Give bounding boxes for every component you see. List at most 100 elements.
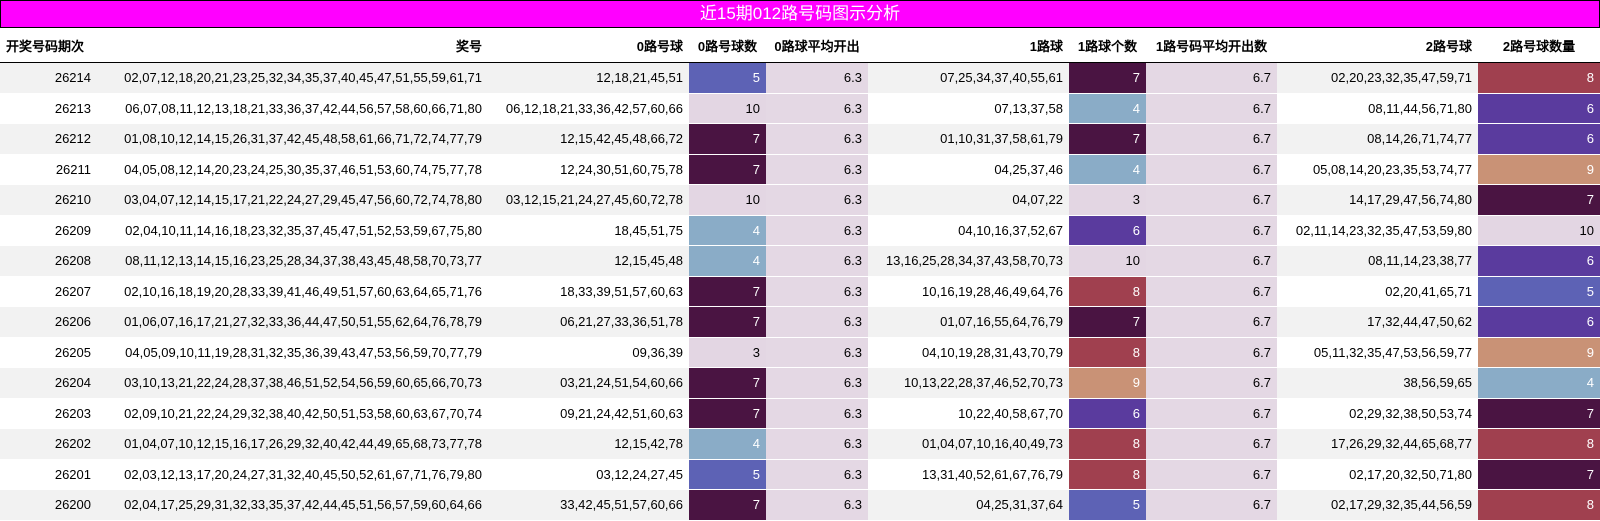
cell-numbers: 06,07,08,11,12,13,18,21,33,36,37,42,44,5… [97,93,488,124]
cell-route0-balls: 12,15,42,78 [488,428,689,460]
cell-route0-avg: 6.3 [766,337,868,368]
table-row: 26201 02,03,12,13,17,20,24,27,31,32,40,45… [0,459,1600,490]
cell-route0-balls: 12,24,30,51,60,75,78 [488,154,689,185]
cell-route2-balls: 02,20,23,32,35,47,59,71 [1277,62,1478,94]
cell-numbers: 01,04,07,10,12,15,16,17,26,29,32,40,42,4… [97,428,488,460]
cell-route1-balls: 04,10,19,28,31,43,70,79 [868,337,1069,368]
cell-route2-balls: 02,17,20,32,50,71,80 [1277,459,1478,490]
cell-numbers: 01,06,07,16,17,21,27,32,33,36,44,47,50,5… [97,306,488,338]
cell-route1-count: 10 [1069,245,1146,277]
table-row: 26208 08,11,12,13,14,15,16,23,25,28,34,37… [0,245,1600,277]
cell-numbers: 02,07,12,18,20,21,23,25,32,34,35,37,40,4… [97,62,488,94]
cell-route0-balls: 09,36,39 [488,337,689,368]
cell-route1-avg: 6.7 [1146,459,1277,490]
cell-route2-count: 6 [1478,306,1600,338]
cell-route1-count: 4 [1069,93,1146,124]
cell-route1-count: 8 [1069,428,1146,460]
cell-route1-count: 6 [1069,215,1146,246]
cell-route0-avg: 6.3 [766,184,868,216]
cell-period: 26205 [0,337,97,368]
cell-route0-count: 4 [689,245,766,277]
table-row: 26200 02,04,17,25,29,31,32,33,35,37,42,44… [0,489,1600,521]
header-numbers: 奖号 [97,28,488,63]
cell-route1-count: 4 [1069,154,1146,185]
header-route2-count: 2路号球数量 [1478,28,1600,63]
cell-route2-balls: 02,11,14,23,32,35,47,53,59,80 [1277,215,1478,246]
cell-route1-balls: 01,04,07,10,16,40,49,73 [868,428,1069,460]
cell-route0-avg: 6.3 [766,62,868,94]
cell-route2-balls: 05,08,14,20,23,35,53,74,77 [1277,154,1478,185]
cell-route1-count: 6 [1069,398,1146,429]
cell-route0-count: 7 [689,276,766,307]
cell-route1-count: 7 [1069,62,1146,94]
cell-route1-balls: 04,25,31,37,64 [868,489,1069,521]
cell-route0-count: 3 [689,337,766,368]
table-row: 26205 04,05,09,10,11,19,28,31,32,35,36,39… [0,337,1600,368]
cell-route1-balls: 04,07,22 [868,184,1069,216]
cell-route2-count: 8 [1478,489,1600,521]
cell-route1-count: 8 [1069,337,1146,368]
cell-period: 26206 [0,306,97,338]
cell-route2-count: 9 [1478,154,1600,185]
cell-route0-count: 10 [689,93,766,124]
cell-route1-balls: 01,07,16,55,64,76,79 [868,306,1069,338]
analysis-table: 开奖号码期次 奖号 0路号球 0路号球数 0路球平均开出 1路球 1路球个数 1… [0,28,1600,521]
cell-route0-count: 7 [689,154,766,185]
cell-route2-balls: 08,11,14,23,38,77 [1277,245,1478,277]
cell-period: 26213 [0,93,97,124]
cell-route1-avg: 6.7 [1146,398,1277,429]
cell-route1-balls: 10,13,22,28,37,46,52,70,73 [868,367,1069,399]
cell-period: 26208 [0,245,97,277]
cell-route0-count: 7 [689,306,766,338]
cell-route0-count: 10 [689,184,766,216]
cell-route0-avg: 6.3 [766,93,868,124]
table-row: 26204 03,10,13,21,22,24,28,37,38,46,51,52… [0,367,1600,399]
cell-numbers: 01,08,10,12,14,15,26,31,37,42,45,48,58,6… [97,123,488,155]
table-row: 26212 01,08,10,12,14,15,26,31,37,42,45,48… [0,123,1600,155]
cell-period: 26202 [0,428,97,460]
header-route1-balls: 1路球 [868,28,1069,63]
cell-route1-balls: 13,31,40,52,61,67,76,79 [868,459,1069,490]
cell-route2-count: 7 [1478,184,1600,216]
cell-route0-count: 7 [689,367,766,399]
cell-route1-count: 8 [1069,459,1146,490]
cell-route1-avg: 6.7 [1146,276,1277,307]
cell-route2-balls: 08,11,44,56,71,80 [1277,93,1478,124]
cell-route2-count: 4 [1478,367,1600,399]
cell-route2-balls: 02,17,29,32,35,44,56,59 [1277,489,1478,521]
cell-route2-count: 10 [1478,215,1600,246]
cell-route1-balls: 13,16,25,28,34,37,43,58,70,73 [868,245,1069,277]
cell-route2-balls: 17,26,29,32,44,65,68,77 [1277,428,1478,460]
cell-route0-balls: 33,42,45,51,57,60,66 [488,489,689,521]
cell-route1-count: 3 [1069,184,1146,216]
cell-period: 26212 [0,123,97,155]
cell-route2-count: 7 [1478,398,1600,429]
cell-route1-balls: 07,25,34,37,40,55,61 [868,62,1069,94]
cell-route1-balls: 07,13,37,58 [868,93,1069,124]
cell-route2-count: 9 [1478,337,1600,368]
cell-numbers: 02,10,16,18,19,20,28,33,39,41,46,49,51,5… [97,276,488,307]
cell-period: 26210 [0,184,97,216]
cell-route2-count: 6 [1478,245,1600,277]
cell-numbers: 03,10,13,21,22,24,28,37,38,46,51,52,54,5… [97,367,488,399]
cell-route0-avg: 6.3 [766,306,868,338]
cell-route1-count: 9 [1069,367,1146,399]
cell-route1-avg: 6.7 [1146,154,1277,185]
cell-period: 26207 [0,276,97,307]
cell-period: 26211 [0,154,97,185]
cell-route2-count: 5 [1478,276,1600,307]
cell-numbers: 03,04,07,12,14,15,17,21,22,24,27,29,45,4… [97,184,488,216]
header-route1-avg: 1路号码平均开出数 [1146,28,1277,63]
cell-route2-count: 7 [1478,459,1600,490]
cell-route1-avg: 6.7 [1146,306,1277,338]
cell-route0-avg: 6.3 [766,245,868,277]
cell-route1-count: 7 [1069,306,1146,338]
cell-route1-balls: 01,10,31,37,58,61,79 [868,123,1069,155]
cell-route2-count: 6 [1478,93,1600,124]
cell-route0-avg: 6.3 [766,154,868,185]
cell-route2-balls: 02,29,32,38,50,53,74 [1277,398,1478,429]
cell-route1-balls: 04,25,37,46 [868,154,1069,185]
cell-route0-avg: 6.3 [766,489,868,521]
cell-numbers: 02,09,10,21,22,24,29,32,38,40,42,50,51,5… [97,398,488,429]
cell-route0-count: 4 [689,215,766,246]
